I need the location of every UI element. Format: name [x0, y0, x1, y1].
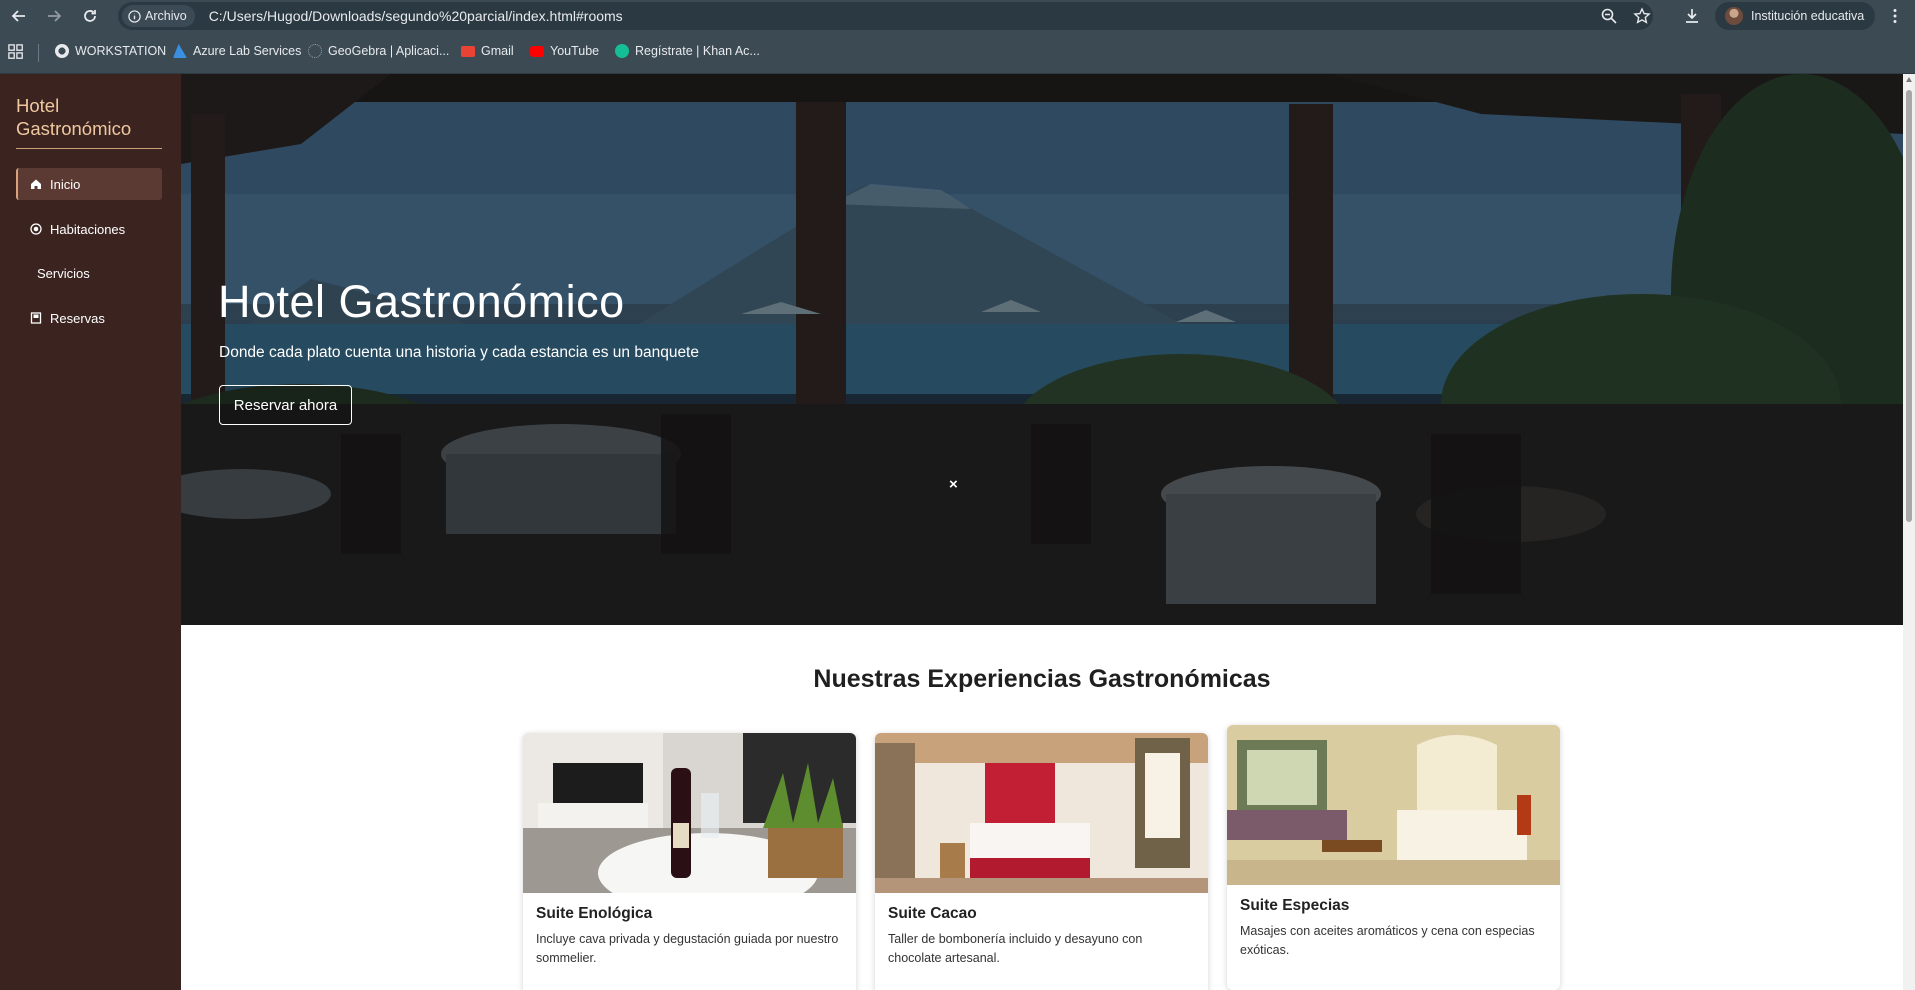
info-icon — [128, 9, 141, 23]
bookmark-label: WORKSTATION — [75, 44, 167, 58]
bookmark-label: GeoGebra | Aplicaci... — [328, 44, 450, 58]
bookmark-star-icon[interactable] — [1633, 7, 1651, 25]
room-name: Suite Cacao — [888, 905, 977, 922]
reload-button[interactable] — [79, 5, 101, 27]
sidebar-item-habitaciones[interactable]: Habitaciones — [16, 213, 162, 245]
avatar — [1725, 7, 1743, 25]
arrow-right-icon — [48, 10, 62, 22]
room-description: Incluye cava privada y degustación guiad… — [536, 932, 839, 965]
bookmark-geogebra[interactable]: GeoGebra | Aplicaci... — [308, 44, 449, 58]
room-card-cacao[interactable]: Suite Cacao Taller de bombonería incluid… — [875, 733, 1208, 990]
address-bar[interactable]: Archivo C:/Users/Hugod/Downloads/segundo… — [118, 2, 1653, 30]
hero-banner: Hotel Gastronómico Donde cada plato cuen… — [181, 74, 1903, 625]
scroll-up-arrow-icon[interactable] — [1906, 77, 1912, 82]
bookmarks-separator — [38, 44, 39, 62]
room-photo — [875, 733, 1208, 893]
bookmark-youtube[interactable]: YouTube — [530, 44, 599, 58]
bookmark-label: Azure Lab Services — [193, 44, 302, 58]
bookmarks-bar: WORKSTATION Azure Lab Services GeoGebra … — [0, 32, 1915, 74]
room-card-especias[interactable]: Suite Especias Masajes con aceites aromá… — [1227, 725, 1560, 990]
room-description: Masajes con aceites aromáticos y cena co… — [1240, 924, 1535, 957]
url-text[interactable]: C:/Users/Hugod/Downloads/segundo%20parci… — [209, 8, 623, 24]
brand-title[interactable]: Hotel Gastronómico — [16, 94, 162, 149]
kebab-menu-icon[interactable] — [1886, 7, 1904, 25]
sidebar-item-reservas[interactable]: Reservas — [16, 302, 162, 334]
browser-toolbar: Archivo C:/Users/Hugod/Downloads/segundo… — [0, 0, 1915, 32]
sidebar-item-label: Habitaciones — [50, 221, 126, 237]
bookmark-label: Gmail — [481, 44, 514, 58]
home-icon — [31, 179, 41, 189]
site-info-chip[interactable]: Archivo — [122, 5, 195, 27]
room-name: Suite Enológica — [536, 905, 653, 922]
bookmark-label: YouTube — [550, 44, 600, 58]
hero-subtitle: Donde cada plato cuenta una historia y c… — [219, 344, 699, 361]
arrow-left-icon — [11, 10, 25, 22]
sidebar-item-label: Inicio — [50, 176, 81, 192]
reserve-now-button[interactable]: Reservar ahora — [219, 385, 352, 425]
room-name: Suite Especias — [1240, 897, 1350, 914]
forward-button[interactable] — [43, 5, 65, 27]
reload-icon — [84, 10, 96, 22]
bookmark-gmail[interactable]: Gmail — [461, 44, 514, 58]
globe-icon — [55, 44, 69, 58]
page-scrollbar[interactable] — [1903, 74, 1915, 990]
room-card-enologica[interactable]: Suite Enológica Incluye cava privada y d… — [523, 733, 856, 990]
azure-icon — [173, 44, 187, 58]
back-button[interactable] — [8, 5, 30, 27]
bookmark-workstation[interactable]: WORKSTATION — [55, 44, 166, 58]
rooms-section-title: Nuestras Experiencias Gastronómicas — [813, 665, 1271, 693]
profile-label: Institución educativa — [1751, 9, 1865, 23]
book-icon — [30, 312, 42, 324]
sidebar-item-servicios[interactable]: Servicios — [16, 257, 162, 289]
sidebar-item-inicio[interactable]: Inicio — [16, 168, 162, 200]
bookmark-label: Regístrate | Khan Ac... — [635, 44, 760, 58]
room-photo — [1227, 725, 1560, 885]
bookmark-azure[interactable]: Azure Lab Services — [173, 44, 301, 58]
download-icon[interactable] — [1683, 7, 1701, 25]
geogebra-icon — [308, 44, 322, 58]
hero-title: Hotel Gastronómico — [218, 276, 625, 327]
sidebar-item-label: Servicios — [37, 265, 90, 281]
khan-icon — [615, 44, 629, 58]
room-photo — [523, 733, 856, 893]
gmail-icon — [461, 45, 475, 57]
profile-chip[interactable]: Institución educativa — [1715, 2, 1875, 30]
site-chip-label: Archivo — [145, 9, 187, 23]
bed-icon — [30, 223, 42, 235]
room-description: Taller de bombonería incluido y desayuno… — [888, 932, 1143, 965]
apps-grid-icon[interactable] — [8, 44, 26, 62]
youtube-icon — [530, 45, 544, 57]
zoom-icon[interactable] — [1600, 7, 1618, 25]
sidebar-item-label: Reservas — [50, 310, 105, 326]
scroll-thumb[interactable] — [1906, 90, 1912, 522]
bookmark-khan[interactable]: Regístrate | Khan Ac... — [615, 44, 760, 58]
close-icon[interactable]: × — [949, 476, 958, 493]
sidebar: Hotel Gastronómico Inicio Habitaciones S… — [0, 74, 181, 990]
